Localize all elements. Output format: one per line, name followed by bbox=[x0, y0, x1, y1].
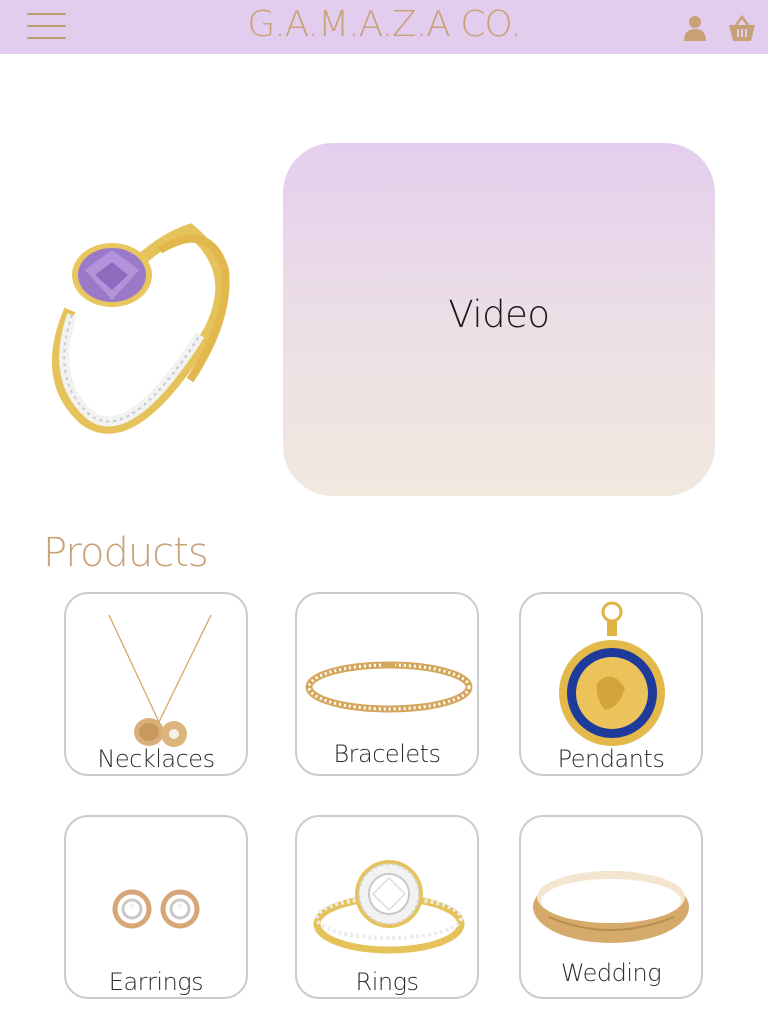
wedding-band-image bbox=[533, 871, 689, 943]
product-card-pendants[interactable]: Pendants bbox=[519, 592, 703, 776]
product-label: Wedding bbox=[560, 959, 662, 987]
product-card-bracelets[interactable]: Bracelets bbox=[295, 592, 479, 776]
shopping-basket-icon[interactable] bbox=[727, 14, 757, 44]
product-label: Pendants bbox=[557, 745, 665, 773]
necklace-image bbox=[108, 614, 212, 747]
product-label: Rings bbox=[355, 968, 419, 996]
video-label: Video bbox=[448, 293, 550, 336]
top-bar: G.A.M.A.Z.A CO. bbox=[0, 0, 768, 54]
product-card-wedding[interactable]: Wedding bbox=[519, 815, 703, 999]
brand-logo[interactable]: G.A.M.A.Z.A CO. bbox=[0, 4, 768, 45]
user-icon[interactable] bbox=[682, 14, 708, 42]
product-card-necklaces[interactable]: Necklaces bbox=[64, 592, 248, 776]
pendant-image bbox=[559, 601, 665, 746]
product-card-earrings[interactable]: Earrings bbox=[64, 815, 248, 999]
bracelet-image bbox=[305, 661, 473, 713]
product-label: Necklaces bbox=[97, 745, 215, 773]
ring-image bbox=[313, 860, 465, 954]
product-label: Earrings bbox=[108, 968, 204, 996]
products-heading: Products bbox=[43, 530, 209, 576]
product-label: Bracelets bbox=[333, 740, 441, 768]
product-card-rings[interactable]: Rings bbox=[295, 815, 479, 999]
earrings-image bbox=[112, 889, 200, 929]
video-placeholder[interactable]: Video bbox=[283, 143, 715, 496]
amethyst-ring-image bbox=[40, 210, 240, 450]
